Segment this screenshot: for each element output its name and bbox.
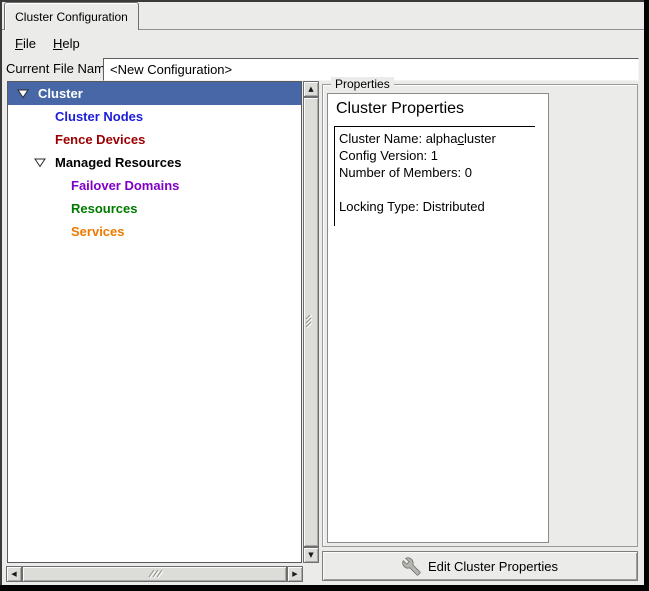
menubar: File Help <box>2 31 644 56</box>
grip-icon <box>147 569 163 579</box>
cluster-configuration-window: Cluster Configuration File Help Current … <box>0 0 649 591</box>
tree-item-label: Resources <box>71 201 137 216</box>
tab-label: Cluster Configuration <box>15 10 128 24</box>
tree-item-fence-devices[interactable]: Fence Devices <box>8 128 301 151</box>
properties-frame-label: Properties <box>331 77 394 92</box>
arrow-left-icon: ◀ <box>11 571 16 578</box>
menu-file[interactable]: File <box>15 36 36 51</box>
tree-item-label: Managed Resources <box>55 155 181 170</box>
tree-horizontal-scrollbar[interactable]: ◀ ▶ <box>6 566 303 582</box>
arrow-down-icon: ▼ <box>308 552 313 559</box>
tree-item-label: Cluster <box>38 86 83 101</box>
property-line: Locking Type: Distributed <box>339 198 535 215</box>
property-line: Cluster Name: alphacluster <box>339 130 535 147</box>
scroll-down-button[interactable]: ▼ <box>303 547 319 563</box>
edit-cluster-properties-label: Edit Cluster Properties <box>428 559 558 574</box>
expander-down-icon[interactable] <box>17 89 29 99</box>
scroll-up-button[interactable]: ▲ <box>303 81 319 97</box>
properties-panel: Cluster Properties Cluster Name: alphacl… <box>327 93 549 543</box>
properties-lines: Cluster Name: alphaclusterConfig Version… <box>334 126 535 226</box>
tab-cluster-configuration[interactable]: Cluster Configuration <box>4 2 139 30</box>
grip-icon <box>305 315 317 329</box>
menu-help[interactable]: Help <box>53 36 80 51</box>
tree-vertical-scrollbar[interactable]: ▲ ▼ <box>303 81 319 563</box>
scroll-left-button[interactable]: ◀ <box>6 566 22 582</box>
property-line: Config Version: 1 <box>339 147 535 164</box>
current-file-name-label: Current File Name: <box>6 56 116 82</box>
tree-item-resources[interactable]: Resources <box>8 197 301 220</box>
wrench-icon <box>402 557 421 576</box>
tree-item-cluster-nodes[interactable]: Cluster Nodes <box>8 105 301 128</box>
tree-item-label: Services <box>71 224 125 239</box>
property-line: Number of Members: 0 <box>339 164 535 181</box>
properties-title: Cluster Properties <box>336 100 548 118</box>
tree-item-label: Fence Devices <box>55 132 145 147</box>
property-line <box>339 181 535 198</box>
edit-cluster-properties-button[interactable]: Edit Cluster Properties <box>322 551 638 581</box>
vertical-scroll-thumb[interactable] <box>303 97 319 547</box>
tree-item-cluster[interactable]: Cluster <box>8 82 301 105</box>
tree-item-label: Failover Domains <box>71 178 179 193</box>
tree-panel[interactable]: Cluster Cluster Nodes Fence Devices Managed… <box>7 81 302 563</box>
tree-item-services[interactable]: Services <box>8 220 301 243</box>
arrow-right-icon: ▶ <box>292 571 297 578</box>
arrow-up-icon: ▲ <box>308 86 313 93</box>
properties-frame: Properties Cluster Properties Cluster Na… <box>322 84 638 547</box>
horizontal-scroll-thumb[interactable] <box>22 566 287 582</box>
expander-down-icon[interactable] <box>34 158 46 168</box>
scroll-right-button[interactable]: ▶ <box>287 566 303 582</box>
tree-item-label: Cluster Nodes <box>55 109 143 124</box>
tree-item-failover-domains[interactable]: Failover Domains <box>8 174 301 197</box>
tree-item-managed-resources[interactable]: Managed Resources <box>8 151 301 174</box>
